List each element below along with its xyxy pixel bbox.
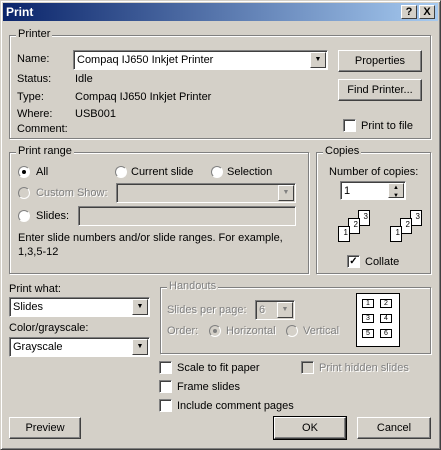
print-what-value: Slides [13,301,43,313]
print-to-file-label: Print to file [361,120,413,132]
frame-slides-label: Frame slides [177,381,240,393]
type-value: Compaq IJ650 Inkjet Printer [75,91,212,103]
custom-show-radio[interactable] [18,187,30,199]
radio-dot-icon [213,329,217,333]
scale-to-fit-checkbox[interactable] [159,361,172,374]
help-button[interactable]: ? [401,5,417,19]
number-of-copies-label: Number of copies: [329,166,419,178]
current-slide-radio[interactable] [115,166,127,178]
spinner-arrows-icon[interactable]: ▲ ▼ [388,183,404,199]
current-slide-label: Current slide [131,166,194,178]
chevron-down-icon[interactable]: ▼ [310,52,326,68]
frame-slides-checkbox[interactable] [159,380,172,393]
vertical-label: Vertical [303,325,340,337]
where-value: USB001 [75,108,116,120]
horizontal-radio[interactable] [209,325,221,337]
handout-slot: 1 [362,299,374,308]
print-what-select[interactable]: Slides ▼ [9,297,150,317]
print-range-legend: Print range [16,145,74,157]
slides-per-page-value: 6 [259,304,266,316]
printer-name-value: Compaq IJ650 Inkjet Printer [77,54,214,66]
printer-legend: Printer [16,28,53,40]
number-of-copies-input[interactable]: 1 ▲ ▼ [340,181,406,200]
handouts-legend: Handouts [167,280,219,292]
slides-radio[interactable] [18,210,30,222]
close-button[interactable]: X [419,5,435,19]
collate-checkbox[interactable]: ✓ [347,255,360,268]
slides-label: Slides: [36,210,70,222]
chevron-down-icon[interactable]: ▼ [277,302,293,318]
number-of-copies-value: 1 [344,185,351,197]
chevron-down-icon[interactable]: ▼ [132,299,148,315]
print-hidden-label: Print hidden slides [319,362,409,374]
print-what-label: Print what: [9,283,61,295]
handout-slot: 2 [380,299,392,308]
chevron-down-icon[interactable]: ▼ [132,339,148,355]
selection-label: Selection [227,166,273,178]
selection-radio[interactable] [211,166,223,178]
collate-label: Collate [365,256,400,268]
preview-button[interactable]: Preview [9,417,81,439]
type-label: Type: [17,91,44,103]
include-comments-label: Include comment pages [177,400,294,412]
title-bar[interactable]: Print ? X [3,3,438,21]
ok-button[interactable]: OK [273,416,347,440]
slides-input[interactable] [78,206,296,226]
slides-per-page-select[interactable]: 6 ▼ [255,300,295,320]
handout-slot: 4 [380,314,392,323]
handout-slot: 5 [362,329,374,338]
color-grayscale-value: Grayscale [13,341,63,353]
scale-to-fit-label: Scale to fit paper [177,362,260,374]
all-radio[interactable] [18,166,30,178]
printer-name-select[interactable]: Compaq IJ650 Inkjet Printer ▼ [73,50,328,70]
color-grayscale-select[interactable]: Grayscale ▼ [9,337,150,357]
include-comments-checkbox[interactable] [159,399,172,412]
color-grayscale-label: Color/grayscale: [9,322,89,334]
status-value: Idle [75,73,93,85]
vertical-radio[interactable] [286,325,298,337]
custom-show-select[interactable]: ▼ [116,183,296,203]
print-hidden-checkbox[interactable] [301,361,314,374]
where-label: Where: [17,108,53,120]
handout-slot: 6 [380,329,392,338]
slide-range-hint: Enter slide numbers and/or slide ranges.… [18,232,283,258]
comment-label: Comment: [17,123,68,135]
horizontal-label: Horizontal [226,325,276,337]
copies-legend: Copies [323,145,362,157]
slides-per-page-label: Slides per page: [167,304,247,316]
handout-slot: 3 [362,314,374,323]
collate-page-icon: 1 [338,226,350,242]
status-label: Status: [17,73,52,85]
radio-dot-icon [22,170,26,174]
chevron-down-icon[interactable]: ▼ [278,185,294,201]
window-title: Print [6,5,34,19]
print-to-file-checkbox[interactable] [343,119,356,132]
properties-button[interactable]: Properties [338,50,422,72]
cancel-button[interactable]: Cancel [357,417,431,439]
find-printer-button[interactable]: Find Printer... [338,79,422,101]
collate-page-icon: 1 [390,226,402,242]
order-label: Order: [167,325,199,337]
custom-show-label: Custom Show: [36,187,108,199]
printer-name-label: Name: [17,53,50,65]
all-label: All [36,166,49,178]
